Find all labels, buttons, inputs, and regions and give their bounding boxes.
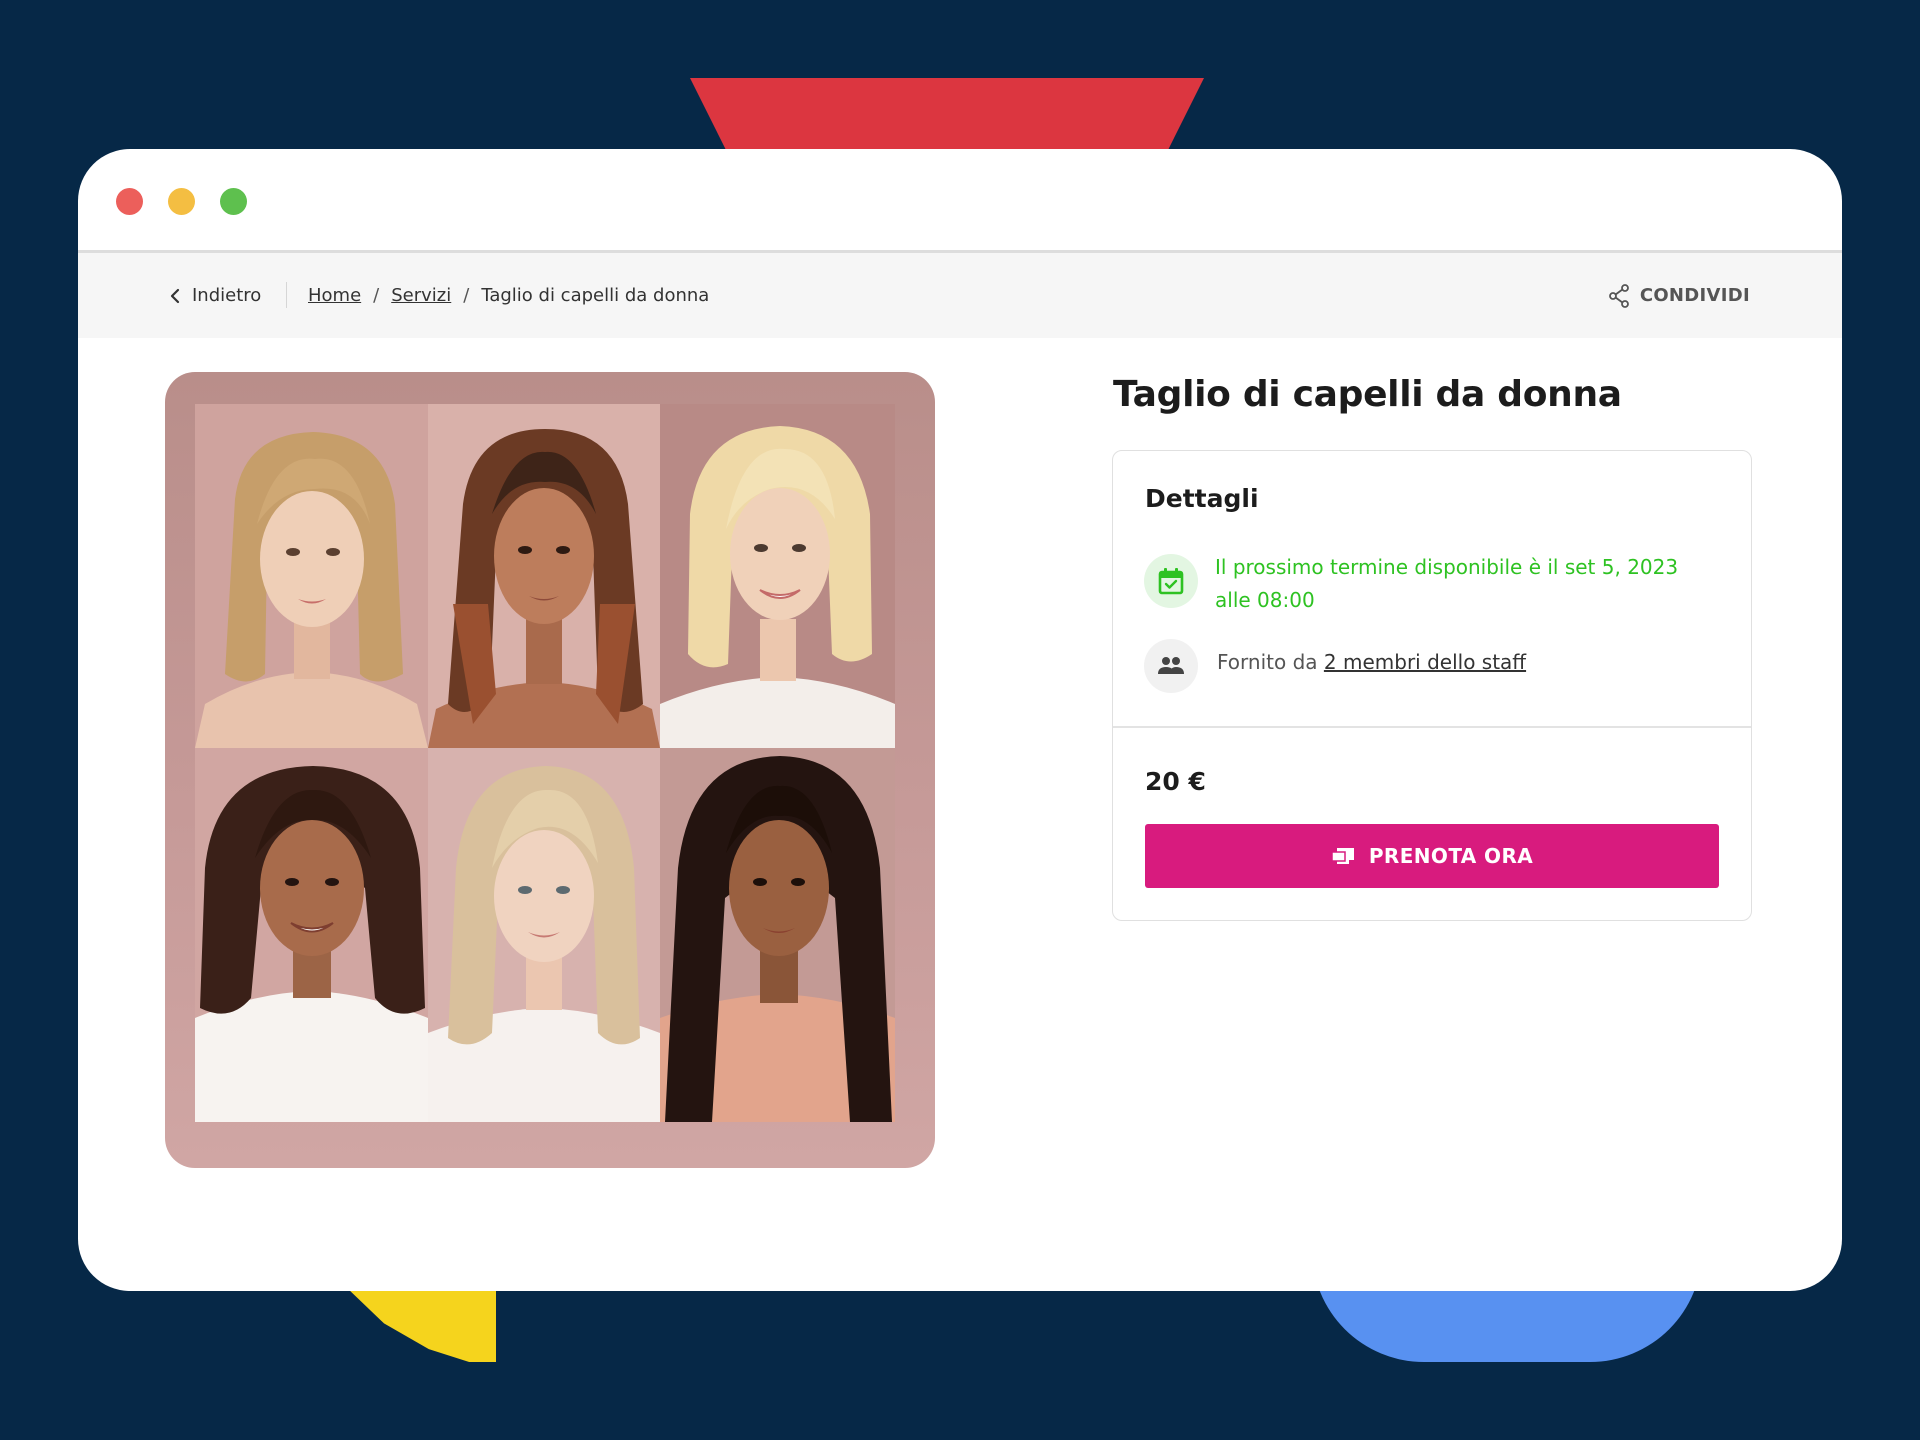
book-now-button[interactable]: PRENOTA ORA — [1145, 824, 1719, 888]
calendar-check-icon — [1158, 568, 1184, 595]
page-title: Taglio di capelli da donna — [1113, 374, 1622, 415]
hairstyle-collage — [195, 404, 895, 1122]
maximize-window-button[interactable] — [220, 188, 247, 215]
service-details-card: Dettagli Il prossimo termine disponibile… — [1112, 450, 1752, 921]
share-button[interactable]: CONDIVIDI — [1608, 253, 1750, 338]
navigation-bar: Indietro Home / Servizi / Taglio di cape… — [78, 250, 1842, 338]
service-image — [165, 372, 935, 1168]
nav-divider — [286, 282, 287, 308]
back-link[interactable]: Indietro — [170, 253, 261, 338]
decorative-red-shape — [690, 78, 1204, 150]
price-label: 20 € — [1145, 767, 1206, 796]
hairstyle-photo — [428, 748, 660, 1122]
close-window-button[interactable] — [116, 188, 143, 215]
card-divider — [1113, 726, 1751, 728]
details-heading: Dettagli — [1145, 484, 1259, 513]
breadcrumb-separator: / — [463, 285, 470, 306]
hairstyle-photo — [195, 748, 428, 1122]
hairstyle-photo — [428, 404, 660, 748]
staff-info: Fornito da 2 membri dello staff — [1217, 650, 1526, 674]
share-icon — [1608, 283, 1629, 308]
chevron-left-icon — [170, 288, 180, 303]
back-label: Indietro — [192, 285, 262, 306]
staff-members-link[interactable]: 2 membri dello staff — [1324, 650, 1526, 674]
next-availability-text: Il prossimo termine disponibile è il set… — [1215, 555, 1679, 612]
breadcrumb-separator: / — [373, 285, 380, 306]
window-titlebar — [78, 149, 1842, 250]
hairstyle-photo — [660, 748, 895, 1122]
hairstyle-photo — [195, 404, 428, 748]
breadcrumb-services[interactable]: Servizi — [391, 285, 451, 306]
people-icon — [1158, 657, 1184, 674]
share-label: CONDIVIDI — [1639, 285, 1750, 306]
breadcrumb: Home / Servizi / Taglio di capelli da do… — [308, 253, 709, 338]
ticket-icon — [1331, 848, 1354, 864]
breadcrumb-current: Taglio di capelli da donna — [481, 285, 710, 306]
breadcrumb-home[interactable]: Home — [308, 285, 361, 306]
staff-icon-badge — [1144, 639, 1198, 693]
hairstyle-photo — [660, 404, 895, 748]
book-now-label: PRENOTA ORA — [1368, 844, 1534, 868]
calendar-icon-badge — [1144, 554, 1198, 608]
browser-window: Indietro Home / Servizi / Taglio di cape… — [78, 149, 1842, 1291]
provided-by-label: Fornito da — [1217, 650, 1318, 674]
minimize-window-button[interactable] — [168, 188, 195, 215]
